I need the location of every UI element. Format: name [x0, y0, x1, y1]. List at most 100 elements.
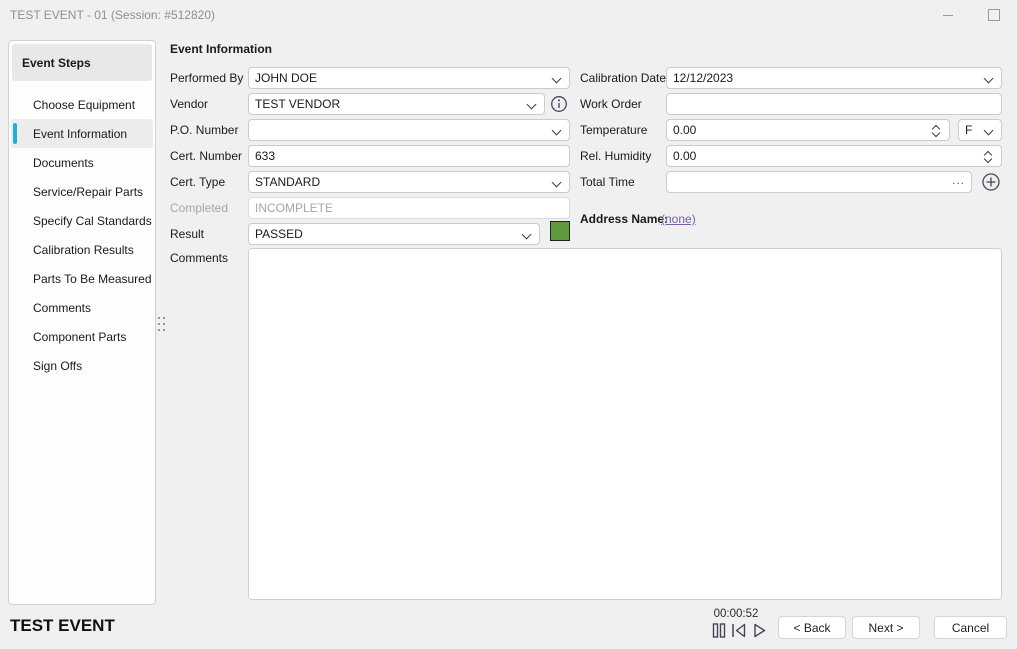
sidebar-item-label: Event Information: [33, 127, 127, 141]
event-name-title: TEST EVENT: [10, 616, 115, 636]
calibration-date-input[interactable]: [673, 71, 977, 85]
spinner-up-down-icon[interactable]: [984, 150, 993, 164]
cancel-button[interactable]: Cancel: [934, 616, 1007, 639]
event-steps-nav: Choose Equipment Event Information Docum…: [9, 90, 155, 380]
pause-icon: [711, 622, 727, 639]
rel-humidity-input[interactable]: [673, 149, 979, 163]
sidebar-item-parts-to-be-measured[interactable]: Parts To Be Measured: [9, 264, 155, 293]
sidebar-item-choose-equipment[interactable]: Choose Equipment: [9, 90, 155, 119]
vendor-combobox[interactable]: [248, 93, 545, 115]
vendor-label: Vendor: [170, 93, 208, 115]
completed-field: [248, 197, 570, 219]
chevron-down-icon: [552, 178, 562, 188]
chevron-down-icon: [527, 100, 537, 110]
sidebar-item-calibration-results[interactable]: Calibration Results: [9, 235, 155, 264]
sidebar-item-label: Service/Repair Parts: [33, 185, 143, 199]
address-name-link[interactable]: (none): [661, 211, 696, 227]
temperature-unit-dropdown[interactable]: F: [958, 119, 1002, 141]
cert-type-label: Cert. Type: [170, 171, 225, 193]
calibration-date-combobox[interactable]: [666, 67, 1002, 89]
session-timer: 00:00:52: [700, 608, 772, 620]
temperature-label: Temperature: [580, 119, 647, 141]
cert-type-input[interactable]: [255, 175, 545, 189]
skip-to-start-button[interactable]: [730, 622, 749, 639]
page-title: Event Information: [170, 42, 272, 56]
pause-button[interactable]: [711, 622, 728, 639]
event-steps-header: Event Steps: [12, 44, 152, 81]
vendor-info-button[interactable]: [549, 93, 569, 115]
maximize-button[interactable]: [971, 0, 1017, 30]
performed-by-combobox[interactable]: [248, 67, 570, 89]
result-input[interactable]: [255, 227, 515, 241]
info-icon: [550, 95, 568, 113]
splitter-grip-icon[interactable]: [158, 317, 168, 334]
chevron-down-icon: [984, 126, 994, 136]
temperature-input[interactable]: [673, 123, 927, 137]
work-order-field[interactable]: [666, 93, 1002, 115]
selected-accent-bar: [13, 123, 17, 144]
sidebar-item-comments[interactable]: Comments: [9, 293, 155, 322]
performed-by-input[interactable]: [255, 71, 545, 85]
minimize-icon: [943, 15, 953, 16]
vendor-input[interactable]: [255, 97, 520, 111]
total-time-field[interactable]: ...: [666, 171, 972, 193]
sidebar-item-label: Specify Cal Standards: [33, 214, 152, 228]
skip-to-start-icon: [730, 622, 748, 639]
sidebar-item-sign-offs[interactable]: Sign Offs: [9, 351, 155, 380]
add-time-button[interactable]: [980, 171, 1002, 193]
rel-humidity-label: Rel. Humidity: [580, 145, 651, 167]
play-icon: [752, 622, 767, 639]
sidebar-item-label: Parts To Be Measured: [33, 272, 152, 286]
work-order-input[interactable]: [673, 97, 995, 111]
sidebar-item-specify-cal-standards[interactable]: Specify Cal Standards: [9, 206, 155, 235]
add-icon: [981, 172, 1001, 192]
spinner-up-down-icon[interactable]: [932, 124, 941, 138]
sidebar-item-label: Component Parts: [33, 330, 126, 344]
total-time-input[interactable]: [673, 175, 952, 189]
po-number-label: P.O. Number: [170, 119, 238, 141]
chevron-down-icon: [552, 74, 562, 84]
result-label: Result: [170, 223, 204, 245]
maximize-icon: [988, 9, 1000, 21]
rel-humidity-spinner[interactable]: [666, 145, 1002, 167]
chevron-down-icon: [522, 230, 532, 240]
sidebar-item-label: Calibration Results: [33, 243, 134, 257]
sidebar-item-documents[interactable]: Documents: [9, 148, 155, 177]
sidebar-item-label: Documents: [33, 156, 94, 170]
temperature-spinner[interactable]: [666, 119, 950, 141]
window-title: TEST EVENT - 01 (Session: #512820): [0, 8, 215, 22]
cert-number-input[interactable]: [255, 149, 563, 163]
minimize-button[interactable]: [925, 0, 971, 30]
result-color-swatch: [550, 221, 570, 241]
po-number-input[interactable]: [255, 123, 545, 137]
cert-number-label: Cert. Number: [170, 145, 242, 167]
comments-textarea[interactable]: [248, 248, 1002, 600]
next-button[interactable]: Next >: [852, 616, 920, 639]
total-time-browse-button[interactable]: ...: [952, 175, 965, 190]
sidebar-item-label: Choose Equipment: [33, 98, 135, 112]
cert-type-combobox[interactable]: [248, 171, 570, 193]
total-time-label: Total Time: [580, 171, 635, 193]
back-button[interactable]: < Back: [778, 616, 846, 639]
sidebar-item-component-parts[interactable]: Component Parts: [9, 322, 155, 351]
play-button[interactable]: [752, 622, 768, 639]
completed-label: Completed: [170, 197, 228, 219]
performed-by-label: Performed By: [170, 67, 243, 89]
event-steps-panel: Event Steps Choose Equipment Event Infor…: [8, 40, 156, 605]
sidebar-item-service-repair-parts[interactable]: Service/Repair Parts: [9, 177, 155, 206]
calibration-date-label: Calibration Date: [580, 67, 666, 89]
chevron-down-icon: [984, 74, 994, 84]
sidebar-item-label: Sign Offs: [33, 359, 82, 373]
comments-label: Comments: [170, 247, 228, 269]
completed-input: [255, 201, 563, 215]
address-name-label: Address Name:: [580, 211, 668, 227]
cert-number-field[interactable]: [248, 145, 570, 167]
temperature-unit-value: F: [965, 123, 972, 137]
work-order-label: Work Order: [580, 93, 642, 115]
sidebar-item-label: Comments: [33, 301, 91, 315]
chevron-down-icon: [552, 126, 562, 136]
po-number-combobox[interactable]: [248, 119, 570, 141]
title-bar: TEST EVENT - 01 (Session: #512820): [0, 0, 1017, 30]
result-combobox[interactable]: [248, 223, 540, 245]
sidebar-item-event-information[interactable]: Event Information: [11, 119, 153, 148]
